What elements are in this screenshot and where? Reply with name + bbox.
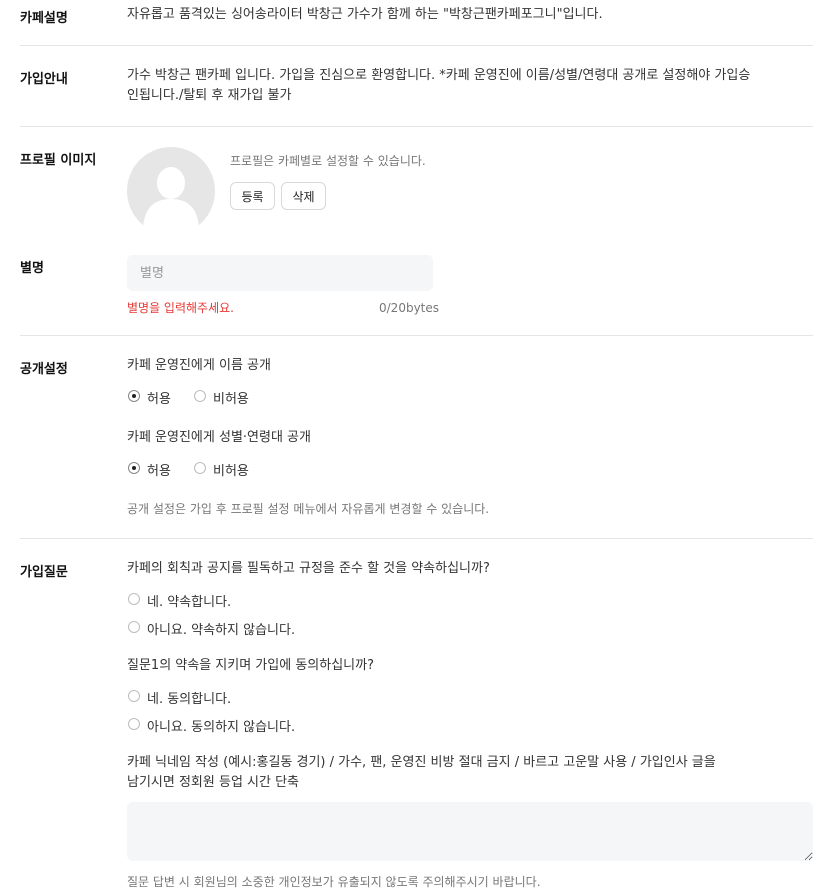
divider [20,126,813,127]
name-deny-radio[interactable] [194,390,206,402]
q1-no-label[interactable]: 아니요. 약속하지 않습니다. [147,619,295,638]
join-guide-label: 가입안내 [20,72,68,87]
gender-age-deny-label[interactable]: 비허용 [213,460,249,479]
q2-no-label[interactable]: 아니요. 동의하지 않습니다. [147,716,295,735]
join-guide-line2: 인됩니다./탈퇴 후 재가입 불가 [127,88,292,103]
privacy-gender-age-question: 카페 운영진에게 성별·연령대 공개 [127,430,311,445]
nickname-byte-counter: 0/20bytes [379,301,440,315]
divider [20,538,813,539]
profile-label: 프로필 이미지 [20,153,97,168]
gender-age-allow-radio[interactable] [128,462,140,474]
q2-yes-radio[interactable] [128,690,140,702]
name-allow-radio[interactable] [128,390,140,402]
name-deny-label[interactable]: 비허용 [213,388,249,407]
question-3-line2: 남기시면 정회원 등업 시간 단축 [127,775,300,790]
privacy-note: 공개 설정은 가입 후 프로필 설정 메뉴에서 자유롭게 변경할 수 있습니다. [127,502,490,516]
question-3-answer-textarea[interactable] [127,802,813,861]
privacy-name-question: 카페 운영진에게 이름 공개 [127,358,271,373]
questions-footer-note: 질문 답변 시 회원님의 소중한 개인정보가 유출되지 않도록 주의해주시기 바… [127,875,541,889]
q1-no-radio[interactable] [128,621,140,633]
q2-yes-label[interactable]: 네. 동의합니다. [147,688,231,707]
avatar [127,147,215,227]
join-questions-label: 가입질문 [20,565,68,580]
join-guide-line1: 가수 박창근 팬카페 입니다. 가입을 진심으로 환영합니다. *카페 운영진에… [127,68,751,83]
q1-yes-radio[interactable] [128,593,140,605]
question-2: 질문1의 약속을 지키며 가입에 동의하십니까? [127,658,374,673]
default-avatar-icon [127,147,215,227]
nickname-input[interactable] [127,255,433,291]
divider [20,45,813,46]
nickname-error: 별명을 입력해주세요. [127,301,234,315]
gender-age-deny-radio[interactable] [194,462,206,474]
divider [20,335,813,336]
q2-no-radio[interactable] [128,718,140,730]
privacy-label: 공개설정 [20,362,68,377]
cafe-desc-label: 카페설명 [20,11,68,26]
gender-age-allow-label[interactable]: 허용 [147,460,171,479]
question-3-line1: 카페 닉네임 작성 (예시:홍길동 경기) / 가수, 팬, 운영진 비방 절대… [127,755,716,770]
register-button[interactable]: 등록 [230,182,275,210]
nickname-label: 별명 [20,261,44,276]
question-1: 카페의 회칙과 공지를 필독하고 규정을 준수 할 것을 약속하십니까? [127,561,490,576]
cafe-desc-text: 자유롭고 품격있는 싱어송라이터 박창근 가수가 함께 하는 "박창근팬카페포그… [127,7,603,22]
profile-hint: 프로필은 카페별로 설정할 수 있습니다. [230,154,426,168]
delete-button[interactable]: 삭제 [281,182,326,210]
q1-yes-label[interactable]: 네. 약속합니다. [147,591,231,610]
name-allow-label[interactable]: 허용 [147,388,171,407]
